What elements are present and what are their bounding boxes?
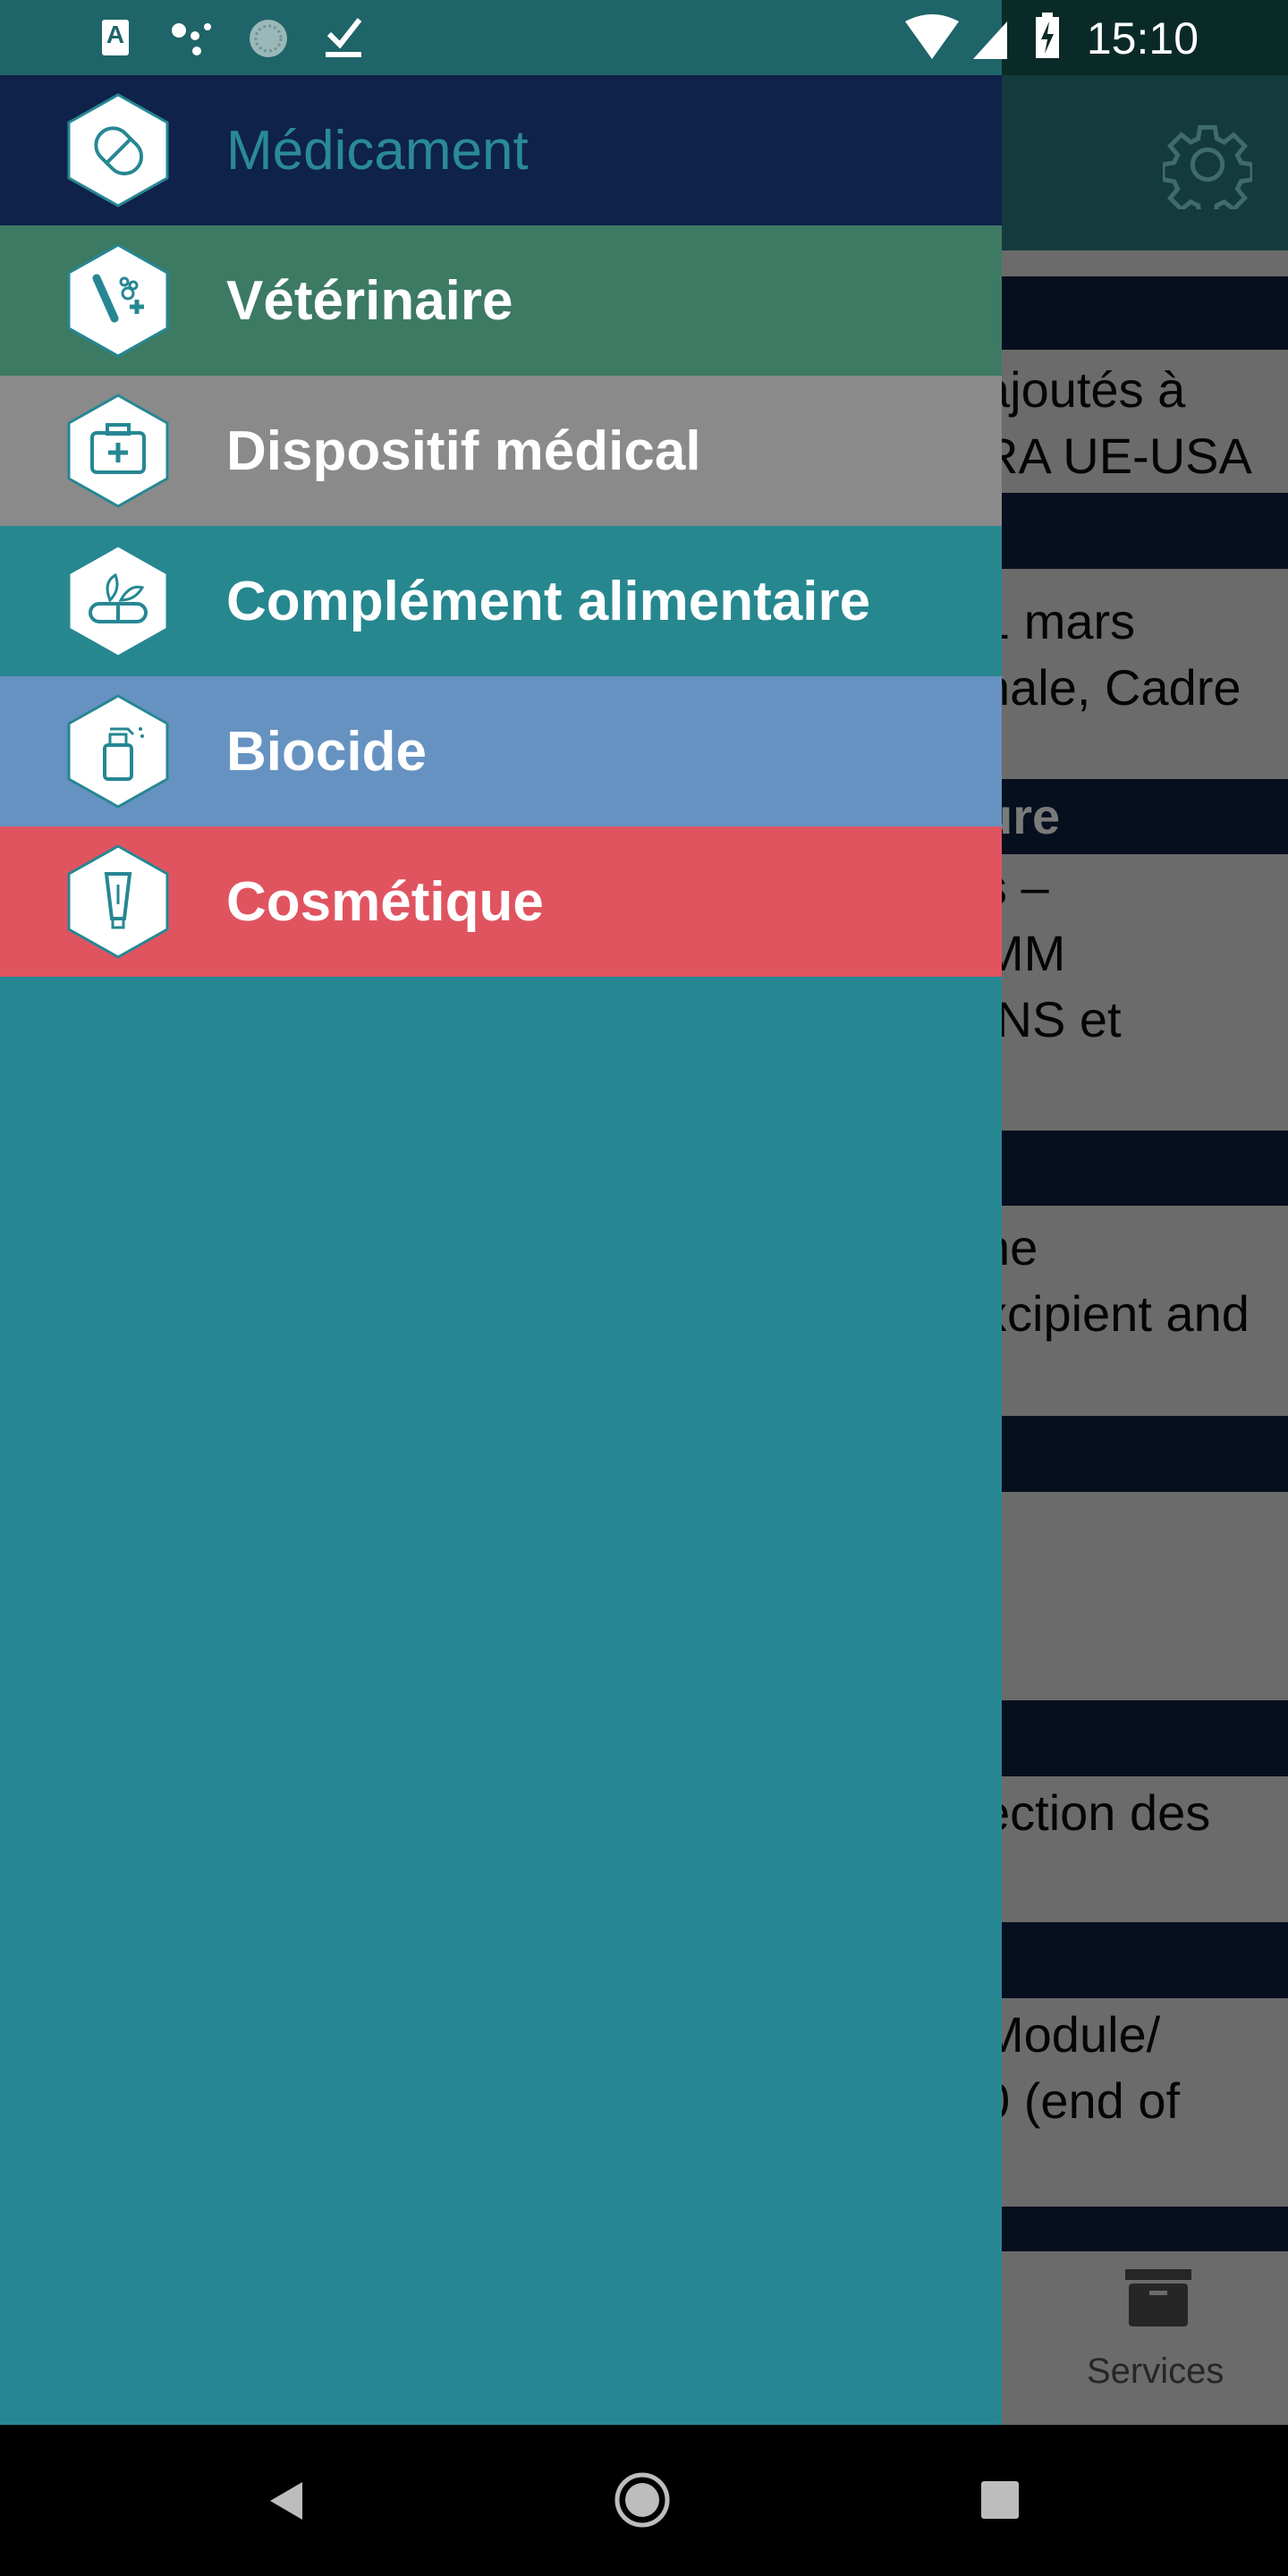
- font-a-icon: A: [102, 20, 129, 55]
- app-bar: [1002, 75, 1288, 250]
- spray-bottle-icon: [67, 694, 169, 809]
- section-header: [1002, 1131, 1288, 1206]
- drawer-item-label: Dispositif médical: [226, 419, 701, 482]
- card-text: Module/: [1002, 2006, 1161, 2063]
- drawer-item-label: Biocide: [226, 720, 427, 783]
- wifi-signal-icon: [905, 14, 1007, 59]
- cream-tube-icon: [67, 844, 169, 959]
- section-header: [1002, 276, 1288, 350]
- status-bar-drawer-part: [0, 0, 1002, 75]
- card-text: 1 mars: [1002, 593, 1136, 649]
- card-text: xcipient and: [1002, 1285, 1250, 1342]
- settings-gear-icon[interactable]: [1163, 120, 1252, 209]
- drawer-item-1[interactable]: Médicament: [0, 75, 1002, 225]
- sync-circle-icon: [250, 20, 287, 57]
- system-navigation-bar: [0, 2425, 1288, 2576]
- section-header: [1002, 1700, 1288, 1776]
- card-text: RA UE-USA: [1002, 428, 1252, 484]
- bone-paw-icon: [67, 243, 169, 358]
- capsule-leaf-icon: [67, 544, 169, 658]
- drawer-item-2[interactable]: Vétérinaire: [0, 225, 1002, 376]
- card-text: ne: [1002, 1219, 1038, 1275]
- battery-charging-icon: [1036, 13, 1059, 58]
- status-bar: A 15:10: [0, 0, 1288, 75]
- section-header: [1002, 1416, 1288, 1492]
- news-card[interactable]: ajoutés à RA UE-USA: [1002, 350, 1288, 493]
- bottom-navigation: Services: [1002, 2251, 1288, 2425]
- news-card[interactable]: ection des: [1002, 1776, 1288, 1922]
- card-text: MM: [1002, 925, 1066, 981]
- news-card[interactable]: s – MM INS et: [1002, 854, 1288, 1131]
- drawer-item-label: Médicament: [226, 119, 529, 182]
- news-card[interactable]: [1002, 1492, 1288, 1700]
- section-header: [1002, 1922, 1288, 1998]
- news-card[interactable]: ne xcipient and: [1002, 1206, 1288, 1416]
- navigation-drawer: Médicament Vétérinaire Dispositif médical C…: [0, 75, 1002, 2425]
- card-text: ection des: [1002, 1784, 1211, 1841]
- main-content-dimmed: ajoutés à RA UE-USA 1 mars nale, Cadre ure…: [1002, 75, 1288, 2425]
- drawer-item-5[interactable]: Biocide: [0, 676, 1002, 826]
- news-card[interactable]: Module/0 (end of: [1002, 1998, 1288, 2207]
- section-header: [1002, 2207, 1288, 2251]
- section-header: [1002, 493, 1288, 569]
- card-text: INS et: [1002, 991, 1122, 1047]
- clock: 15:10: [1086, 13, 1199, 64]
- assistant-dots-icon: [172, 23, 211, 55]
- section-header: ure: [1002, 779, 1288, 854]
- card-text: 0 (end of: [1002, 2072, 1181, 2129]
- archive-box-icon[interactable]: [1125, 2269, 1191, 2328]
- drawer-item-4[interactable]: Complément alimentaire: [0, 526, 1002, 676]
- services-tab-label[interactable]: Services: [1087, 2351, 1224, 2392]
- drawer-item-label: Complément alimentaire: [226, 570, 871, 632]
- drawer-item-label: Cosmétique: [226, 870, 544, 933]
- pill-icon: [67, 93, 169, 208]
- medical-kit-icon: [67, 394, 169, 508]
- news-card[interactable]: 1 mars nale, Cadre: [1002, 569, 1288, 779]
- card-text: ajoutés à: [1002, 361, 1186, 418]
- card-text: nale, Cadre: [1002, 659, 1241, 716]
- drawer-item-label: Vétérinaire: [226, 269, 513, 332]
- home-icon[interactable]: [614, 2471, 671, 2529]
- drawer-item-6[interactable]: Cosmétique: [0, 826, 1002, 977]
- drawer-item-3[interactable]: Dispositif médical: [0, 376, 1002, 526]
- back-icon[interactable]: [268, 2480, 304, 2521]
- download-done-icon: [326, 18, 362, 57]
- recents-icon[interactable]: [981, 2481, 1019, 2519]
- card-text: s –: [1002, 859, 1049, 915]
